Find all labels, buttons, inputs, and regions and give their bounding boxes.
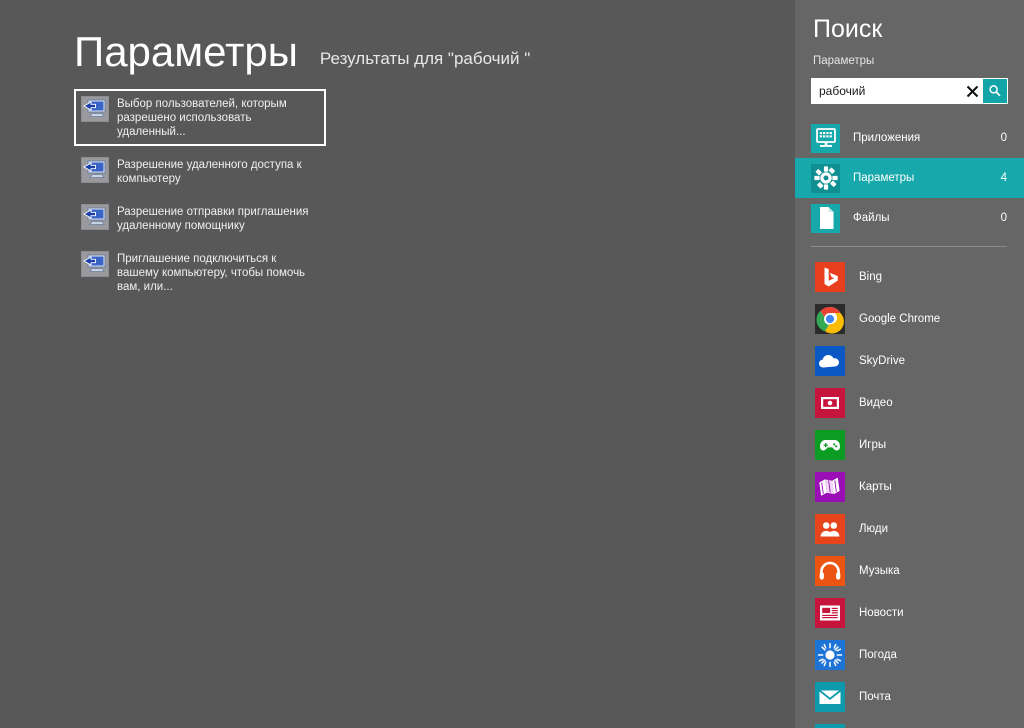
headphones-icon (815, 556, 845, 586)
search-category-label: Файлы (853, 212, 890, 224)
app-list-item-label: Видео (859, 397, 893, 409)
result-item-label: Приглашение подключиться к вашему компью… (117, 253, 306, 293)
document-icon (811, 203, 840, 233)
app-list-item-label: Музыка (859, 565, 900, 577)
app-list-item[interactable]: Музыка (795, 550, 1024, 592)
search-category-2[interactable]: Параметры 4 (795, 158, 1024, 198)
people-icon (815, 514, 845, 544)
app-list-item-label: Погода (859, 649, 897, 661)
app-list-item[interactable]: Bing (795, 256, 1024, 298)
search-category-count: 0 (1000, 132, 1007, 144)
app-list-item[interactable]: SkyDrive (795, 340, 1024, 382)
app-list-item[interactable]: Игры (795, 424, 1024, 466)
panel-divider (811, 246, 1007, 247)
search-category-list: Приложения 0 Параметры 4 Файлы 0 (795, 118, 1024, 238)
result-item[interactable]: Приглашение подключиться к вашему компью… (74, 244, 326, 301)
search-submit-button[interactable] (983, 79, 1007, 103)
app-list-item-label: Карты (859, 481, 892, 493)
search-box[interactable] (811, 78, 1008, 104)
newspaper-icon (815, 598, 845, 628)
app-list: Bing Google Chrome SkyDrive Видео Игры Карты Л… (795, 256, 1024, 728)
search-category-count: 0 (1000, 212, 1007, 224)
result-item-label: Разрешение отправки приглашения удаленно… (117, 206, 309, 232)
search-category-3[interactable]: Файлы 0 (795, 198, 1024, 238)
app-list-item[interactable]: Люди (795, 508, 1024, 550)
sun-icon (815, 640, 845, 670)
search-category-1[interactable]: Приложения 0 (795, 118, 1024, 158)
bing-icon (815, 262, 845, 292)
app-list-item[interactable]: Новости (795, 592, 1024, 634)
page-title: Параметры (74, 28, 298, 75)
mail-envelope-icon (815, 682, 845, 712)
skydrive-cloud-icon (815, 346, 845, 376)
remote-desktop-icon (81, 251, 109, 277)
results-area: Параметры Результаты для "рабочий " Выбо… (0, 0, 795, 728)
clear-search-button[interactable] (961, 79, 983, 103)
result-item[interactable]: Разрешение удаленного доступа к компьюте… (74, 150, 326, 193)
video-icon (815, 388, 845, 418)
app-list-item-label: Google Chrome (859, 313, 941, 325)
app-list-item-label: Bing (859, 271, 883, 283)
app-list-item-label: Почта (859, 691, 891, 703)
search-input[interactable] (811, 79, 961, 103)
result-item[interactable]: Разрешение отправки приглашения удаленно… (74, 197, 326, 240)
remote-desktop-icon (81, 157, 109, 183)
results-subtitle: Результаты для "рабочий " (319, 49, 531, 68)
apps-screen-icon (811, 123, 840, 153)
search-category-label: Параметры (853, 172, 915, 184)
app-list-item-label: Новости (859, 607, 904, 619)
remote-desktop-icon (81, 96, 109, 122)
search-category-label: Приложения (853, 132, 921, 144)
chrome-icon (815, 304, 845, 334)
search-category-count: 4 (1000, 172, 1007, 184)
results-list: Выбор пользователей, которым разрешено и… (74, 89, 326, 305)
app-list-item[interactable]: Погода (795, 634, 1024, 676)
result-item[interactable]: Выбор пользователей, которым разрешено и… (74, 89, 326, 146)
app-list-item[interactable]: Видео (795, 382, 1024, 424)
gamepad-icon (815, 430, 845, 460)
app-list-item-label: SkyDrive (859, 355, 906, 367)
app-list-item[interactable] (795, 718, 1024, 728)
search-panel: Поиск Параметры Приложения 0 Параметры 4 Фай… (795, 0, 1024, 728)
search-results-screen: Параметры Результаты для "рабочий " Выбо… (0, 0, 1024, 728)
partial-app-icon (815, 724, 845, 728)
page-header: Параметры Результаты для "рабочий " (74, 28, 530, 76)
remote-desktop-icon (81, 204, 109, 230)
app-list-item[interactable]: Google Chrome (795, 298, 1024, 340)
search-scope-label: Параметры (813, 55, 875, 67)
result-item-label: Разрешение удаленного доступа к компьюте… (117, 159, 302, 185)
result-item-label: Выбор пользователей, которым разрешено и… (117, 98, 287, 138)
app-list-item[interactable]: Карты (795, 466, 1024, 508)
app-list-item-label: Люди (859, 523, 889, 535)
app-list-item-label: Игры (859, 439, 887, 451)
app-list-item[interactable]: Почта (795, 676, 1024, 718)
gear-icon (811, 163, 840, 193)
search-panel-title: Поиск (813, 15, 883, 43)
map-icon (815, 472, 845, 502)
